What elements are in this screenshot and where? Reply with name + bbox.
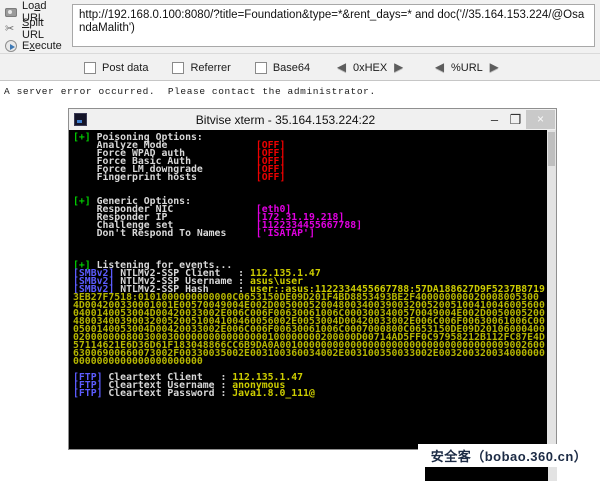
watermark-label: 安全客（bobao.360.cn） — [418, 444, 600, 467]
referrer-checkbox-label: Referrer — [190, 62, 230, 74]
hex-decode-arrow-button[interactable]: ◄ — [334, 62, 349, 74]
split-url-label: Split URL — [22, 17, 68, 41]
server-error-text: A server error occurred. Please contact … — [4, 86, 376, 97]
bitvise-xterm-window: Bitvise xterm - 35.164.153.224:22 – ❒ × … — [68, 108, 557, 450]
load-url-icon — [5, 8, 17, 17]
url-decode-arrow-button[interactable]: ◄ — [432, 62, 447, 74]
background-window-scrollbar — [548, 467, 557, 481]
base64-checkbox[interactable]: Base64 — [255, 62, 310, 74]
close-button[interactable]: × — [526, 110, 555, 129]
hackbar-toolbar: Load URL✂Split URLExecute http://192.168… — [0, 0, 600, 81]
terminal-titlebar[interactable]: Bitvise xterm - 35.164.153.224:22 – ❒ × — [69, 109, 556, 130]
url-input[interactable]: http://192.168.0.100:8080/?title=Foundat… — [72, 4, 595, 47]
post-data-checkbox[interactable]: Post data — [84, 62, 148, 74]
background-window-fragment — [425, 467, 557, 481]
terminal-output: [+] Poisoning Options: Analyze Mode [OFF… — [69, 130, 547, 449]
post-data-checkbox-label: Post data — [102, 62, 148, 74]
hackbar-sidebar: Load URL✂Split URLExecute — [2, 3, 68, 54]
url-converter-label: %URL — [451, 62, 483, 74]
terminal-scrollbar[interactable] — [547, 130, 556, 449]
split-url-icon: ✂ — [5, 23, 17, 35]
terminal-line — [73, 245, 547, 253]
minimize-button[interactable]: – — [484, 111, 505, 129]
execute-button[interactable]: Execute — [2, 37, 68, 54]
url-converter: ◄ %URL ► — [432, 62, 502, 74]
terminal-line: Fingerprint hosts [OFF] — [73, 173, 547, 181]
execute-icon — [5, 40, 17, 52]
maximize-button[interactable]: ❒ — [505, 111, 526, 129]
terminal-scrollbar-thumb[interactable] — [548, 132, 555, 166]
base64-checkbox-label: Base64 — [273, 62, 310, 74]
hex-encode-arrow-button[interactable]: ► — [391, 62, 406, 74]
post-data-checkbox-box[interactable] — [84, 62, 96, 74]
terminal-title: Bitvise xterm - 35.164.153.224:22 — [87, 113, 484, 127]
converter-group: ◄ 0xHEX ► ◄ %URL ► — [334, 62, 527, 74]
hackbar-options-row: Post data Referrer Base64 ◄ 0xHEX ► ◄ %URL ► — [0, 53, 600, 81]
split-url-button[interactable]: ✂Split URL — [2, 20, 68, 37]
terminal-app-icon — [74, 113, 87, 126]
checkbox-group: Post data Referrer Base64 — [84, 62, 334, 74]
hex-converter-label: 0xHEX — [353, 62, 387, 74]
terminal-line: [FTP] Cleartext Password : Java1.8.0_111… — [73, 389, 547, 397]
terminal-line: Don't Respond To Names ['ISATAP'] — [73, 229, 547, 237]
execute-label: Execute — [22, 40, 62, 52]
referrer-checkbox[interactable]: Referrer — [172, 62, 230, 74]
url-encode-arrow-button[interactable]: ► — [487, 62, 502, 74]
hex-converter: ◄ 0xHEX ► — [334, 62, 406, 74]
referrer-checkbox-box[interactable] — [172, 62, 184, 74]
base64-checkbox-box[interactable] — [255, 62, 267, 74]
